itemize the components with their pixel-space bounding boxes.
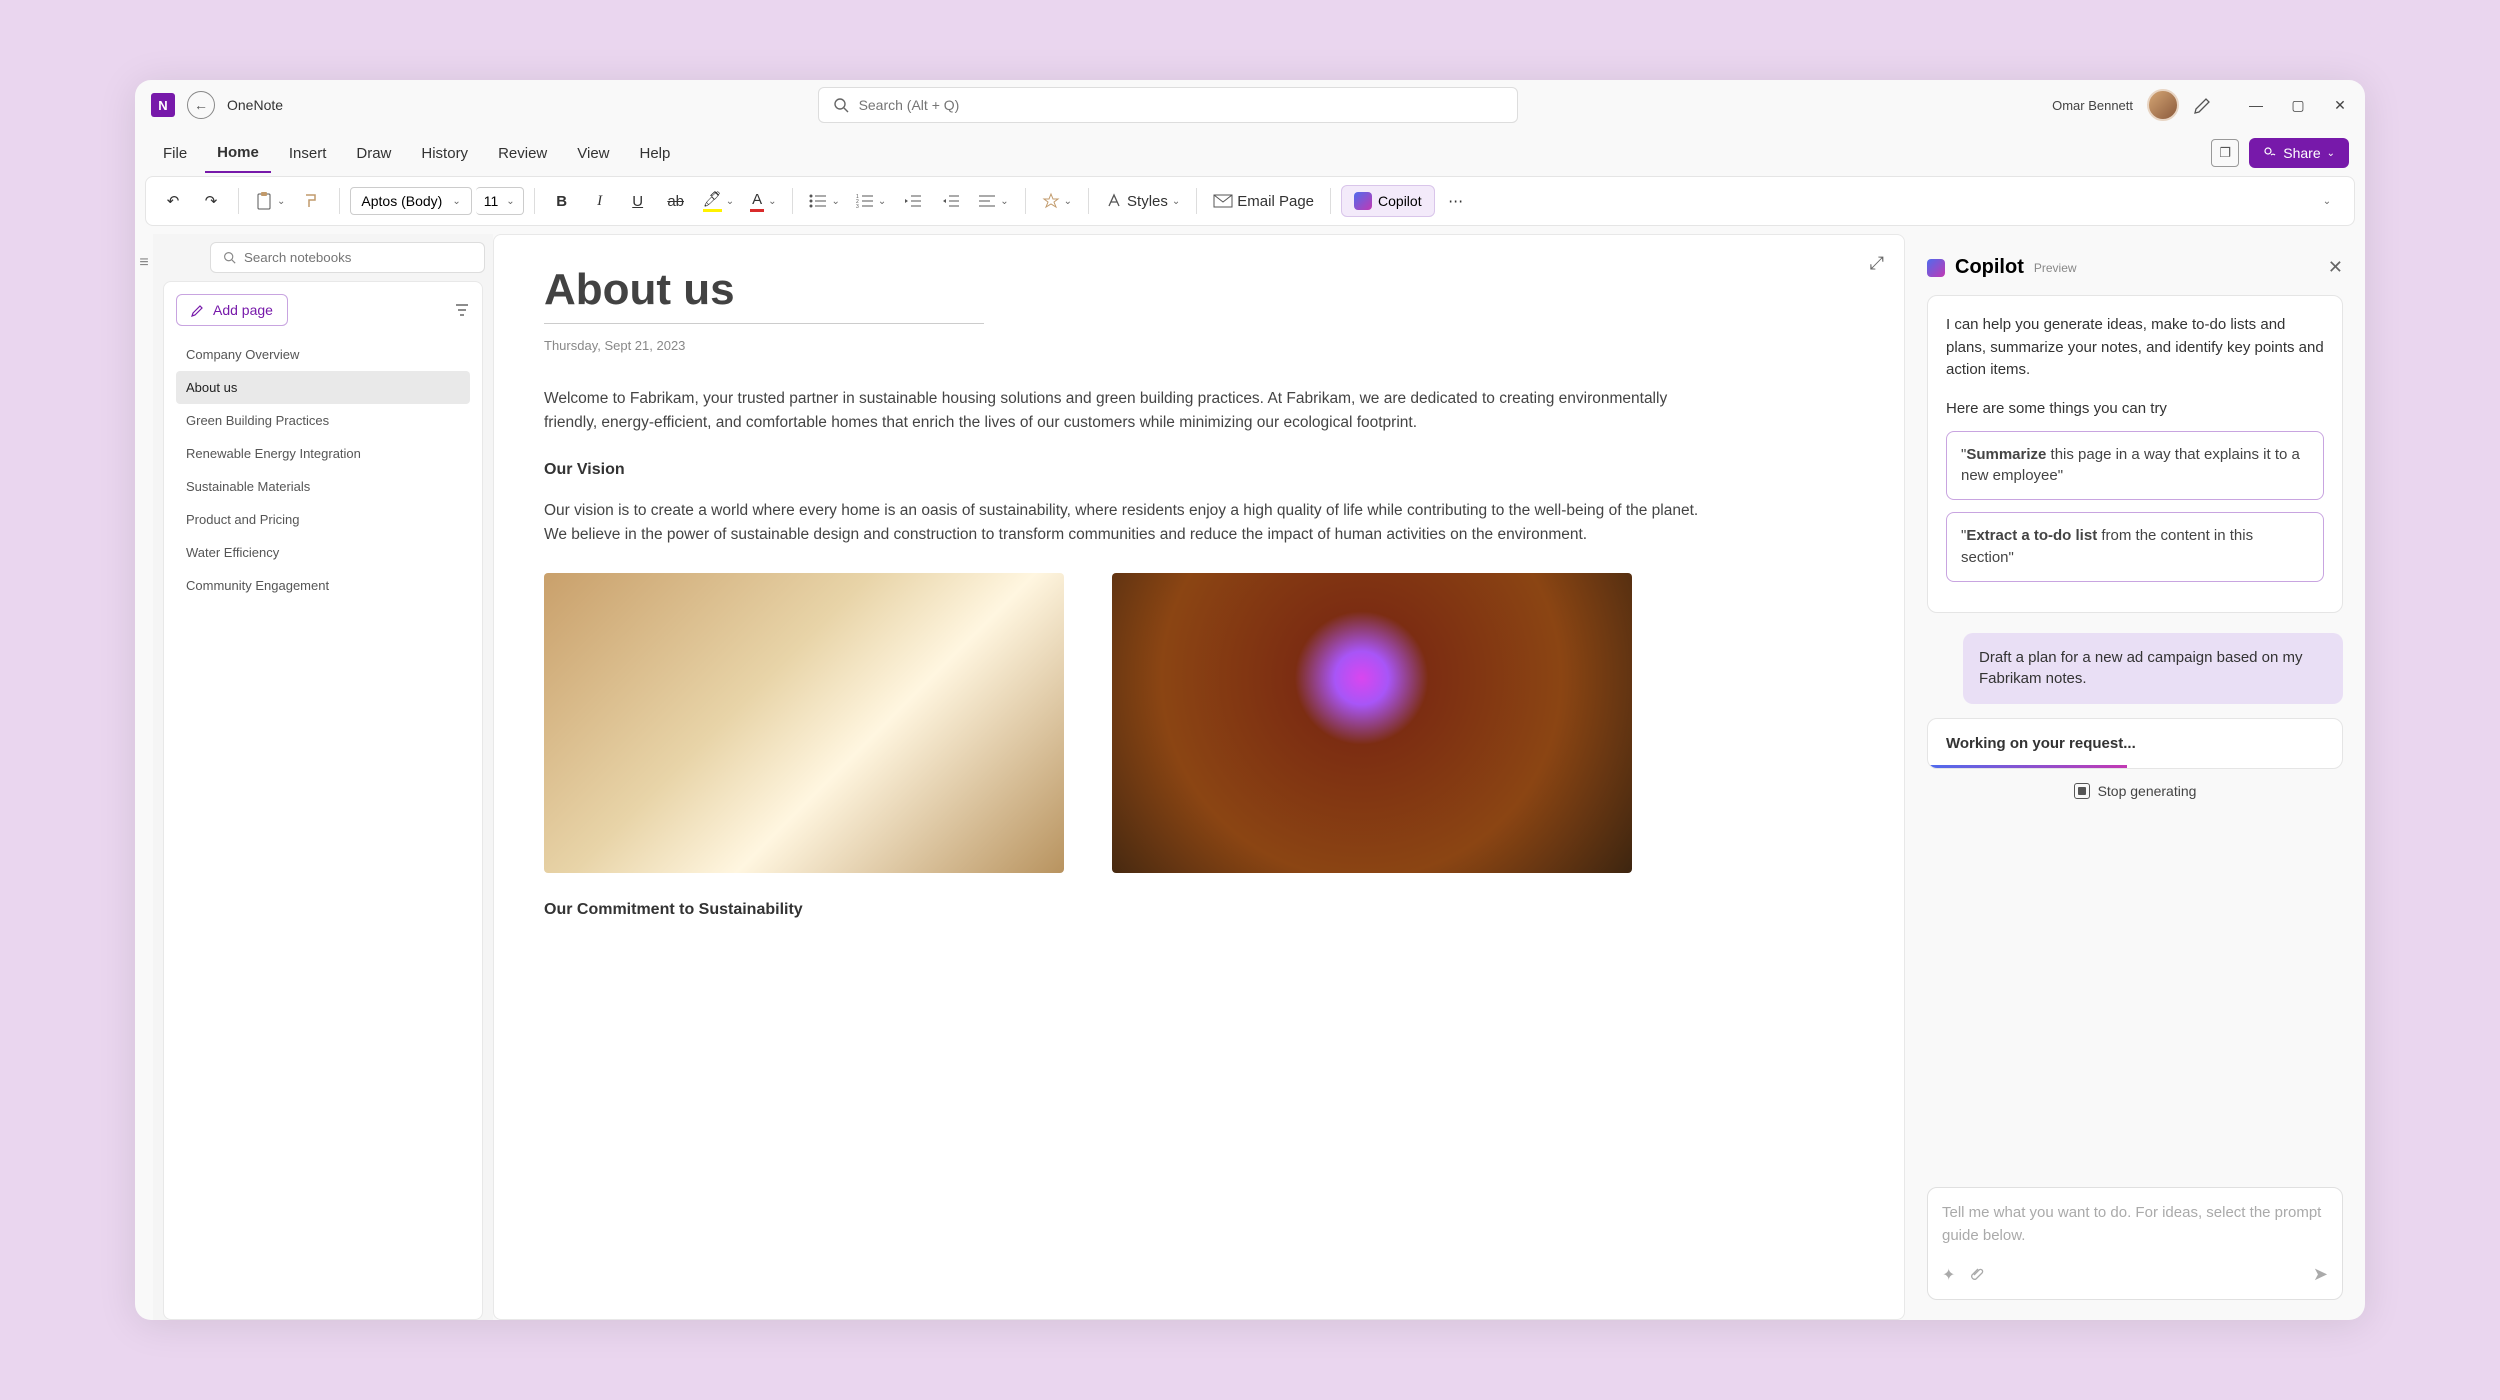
app-name: OneNote xyxy=(227,97,283,113)
page-date: Thursday, Sept 21, 2023 xyxy=(544,338,1854,353)
suggestion-summarize[interactable]: "Summarize this page in a way that expla… xyxy=(1946,431,2324,501)
add-page-button[interactable]: Add page xyxy=(176,294,288,326)
font-family-select[interactable]: Aptos (Body) ⌄ xyxy=(350,187,471,215)
tab-file[interactable]: File xyxy=(151,135,199,172)
ribbon-chevron-button[interactable]: ⌄ xyxy=(2310,184,2344,218)
align-button[interactable]: ⌄ xyxy=(972,184,1014,218)
more-options-button[interactable]: ⋯ xyxy=(1439,184,1473,218)
chevron-down-icon: ⌄ xyxy=(2327,148,2335,159)
tab-help[interactable]: Help xyxy=(628,135,683,172)
paste-button[interactable]: ⌄ xyxy=(249,184,291,218)
stop-icon xyxy=(2074,783,2090,799)
content-image-1[interactable] xyxy=(544,573,1064,873)
page-item-product-pricing[interactable]: Product and Pricing xyxy=(176,503,470,536)
commitment-heading[interactable]: Our Commitment to Sustainability xyxy=(544,901,1854,919)
user-name: Omar Bennett xyxy=(2052,98,2133,113)
search-input[interactable] xyxy=(859,97,1503,113)
expand-icon[interactable]: ⤢ xyxy=(1870,253,1884,274)
font-color-button[interactable]: A⌄ xyxy=(744,184,782,218)
suggestion-extract-todo[interactable]: "Extract a to-do list from the content i… xyxy=(1946,512,2324,582)
tab-review[interactable]: Review xyxy=(486,135,559,172)
close-icon[interactable]: ✕ xyxy=(2328,257,2343,278)
copilot-title: Copilot xyxy=(1955,256,2024,279)
search-icon xyxy=(833,97,849,113)
sparkle-icon[interactable]: ✦ xyxy=(1942,1265,1955,1285)
undo-button[interactable]: ↶ xyxy=(156,184,190,218)
notebook-search-input[interactable] xyxy=(244,250,472,265)
font-size-select[interactable]: 11 ⌄ xyxy=(476,187,524,215)
italic-button[interactable]: I xyxy=(583,184,617,218)
numbered-list-button[interactable]: 123 ⌄ xyxy=(850,184,892,218)
copilot-ribbon-button[interactable]: Copilot xyxy=(1341,185,1435,217)
close-button[interactable]: ✕ xyxy=(2331,96,2349,114)
highlight-button[interactable]: 🖊⌄ xyxy=(697,184,740,218)
nav-handle-icon[interactable]: ≡ xyxy=(135,234,153,1320)
page-item-water-efficiency[interactable]: Water Efficiency xyxy=(176,536,470,569)
strikethrough-button[interactable]: ab xyxy=(659,184,693,218)
chevron-down-icon: ⌄ xyxy=(506,196,514,207)
back-button[interactable]: ← xyxy=(187,91,215,119)
onenote-app-icon: N xyxy=(151,93,175,117)
copilot-intro-text: I can help you generate ideas, make to-d… xyxy=(1946,314,2324,382)
attachment-icon[interactable] xyxy=(1969,1267,1985,1283)
chevron-down-icon: ⌄ xyxy=(452,196,460,207)
pen-icon[interactable] xyxy=(2193,95,2213,115)
indent-button[interactable] xyxy=(934,184,968,218)
tab-draw[interactable]: Draw xyxy=(344,135,403,172)
minimize-button[interactable]: — xyxy=(2247,96,2265,114)
copilot-input-placeholder: Tell me what you want to do. For ideas, … xyxy=(1942,1202,2328,1254)
tag-button[interactable]: ⌄ xyxy=(1036,184,1078,218)
bullet-list-button[interactable]: ⌄ xyxy=(803,184,845,218)
copilot-intro-card: I can help you generate ideas, make to-d… xyxy=(1927,295,2343,613)
page-item-community-engagement[interactable]: Community Engagement xyxy=(176,569,470,602)
page-item-green-building[interactable]: Green Building Practices xyxy=(176,404,470,437)
page-item-about-us[interactable]: About us xyxy=(176,371,470,404)
copilot-badge: Preview xyxy=(2034,261,2077,275)
progress-indicator xyxy=(1928,765,2127,768)
stop-generating-button[interactable]: Stop generating xyxy=(1927,769,2343,813)
sort-icon[interactable] xyxy=(454,303,470,317)
styles-button[interactable]: Styles ⌄ xyxy=(1099,184,1186,218)
ribbon-toolbar: ↶ ↷ ⌄ Aptos (Body) ⌄ 11 ⌄ B I U ab 🖊⌄ A⌄… xyxy=(145,176,2355,226)
copilot-icon xyxy=(1354,192,1372,210)
page-item-sustainable-materials[interactable]: Sustainable Materials xyxy=(176,470,470,503)
send-icon[interactable]: ➤ xyxy=(2313,1264,2328,1285)
share-icon xyxy=(2263,146,2277,160)
copilot-input[interactable]: Tell me what you want to do. For ideas, … xyxy=(1927,1187,2343,1300)
edit-icon xyxy=(191,303,205,317)
vision-paragraph[interactable]: Our vision is to create a world where ev… xyxy=(544,499,1714,547)
copilot-icon xyxy=(1927,259,1945,277)
bold-button[interactable]: B xyxy=(545,184,579,218)
notebook-search[interactable] xyxy=(210,242,485,273)
content-image-2[interactable] xyxy=(1112,573,1632,873)
title-divider xyxy=(544,323,984,324)
email-page-button[interactable]: Email Page xyxy=(1207,184,1320,218)
page-canvas[interactable]: ⤢ About us Thursday, Sept 21, 2023 Welco… xyxy=(493,234,1905,1320)
tab-history[interactable]: History xyxy=(409,135,480,172)
page-item-renewable-energy[interactable]: Renewable Energy Integration xyxy=(176,437,470,470)
open-new-window-icon[interactable]: ❐ xyxy=(2211,139,2239,167)
page-item-company-overview[interactable]: Company Overview xyxy=(176,338,470,371)
underline-button[interactable]: U xyxy=(621,184,655,218)
page-title[interactable]: About us xyxy=(544,265,1854,315)
global-search[interactable] xyxy=(818,87,1518,123)
tab-insert[interactable]: Insert xyxy=(277,135,339,172)
redo-button[interactable]: ↷ xyxy=(194,184,228,218)
copilot-try-text: Here are some things you can try xyxy=(1946,400,2324,417)
vision-heading[interactable]: Our Vision xyxy=(544,461,1854,479)
outdent-button[interactable] xyxy=(896,184,930,218)
svg-text:3: 3 xyxy=(856,204,859,208)
format-painter-button[interactable] xyxy=(295,184,329,218)
tab-view[interactable]: View xyxy=(565,135,621,172)
user-message: Draft a plan for a new ad campaign based… xyxy=(1963,633,2343,705)
intro-paragraph[interactable]: Welcome to Fabrikam, your trusted partne… xyxy=(544,387,1714,435)
avatar[interactable] xyxy=(2147,89,2179,121)
search-icon xyxy=(223,251,236,264)
working-status: Working on your request... xyxy=(1927,718,2343,769)
tab-home[interactable]: Home xyxy=(205,134,271,173)
share-button[interactable]: Share ⌄ xyxy=(2249,138,2349,168)
maximize-button[interactable]: ▢ xyxy=(2289,96,2307,114)
